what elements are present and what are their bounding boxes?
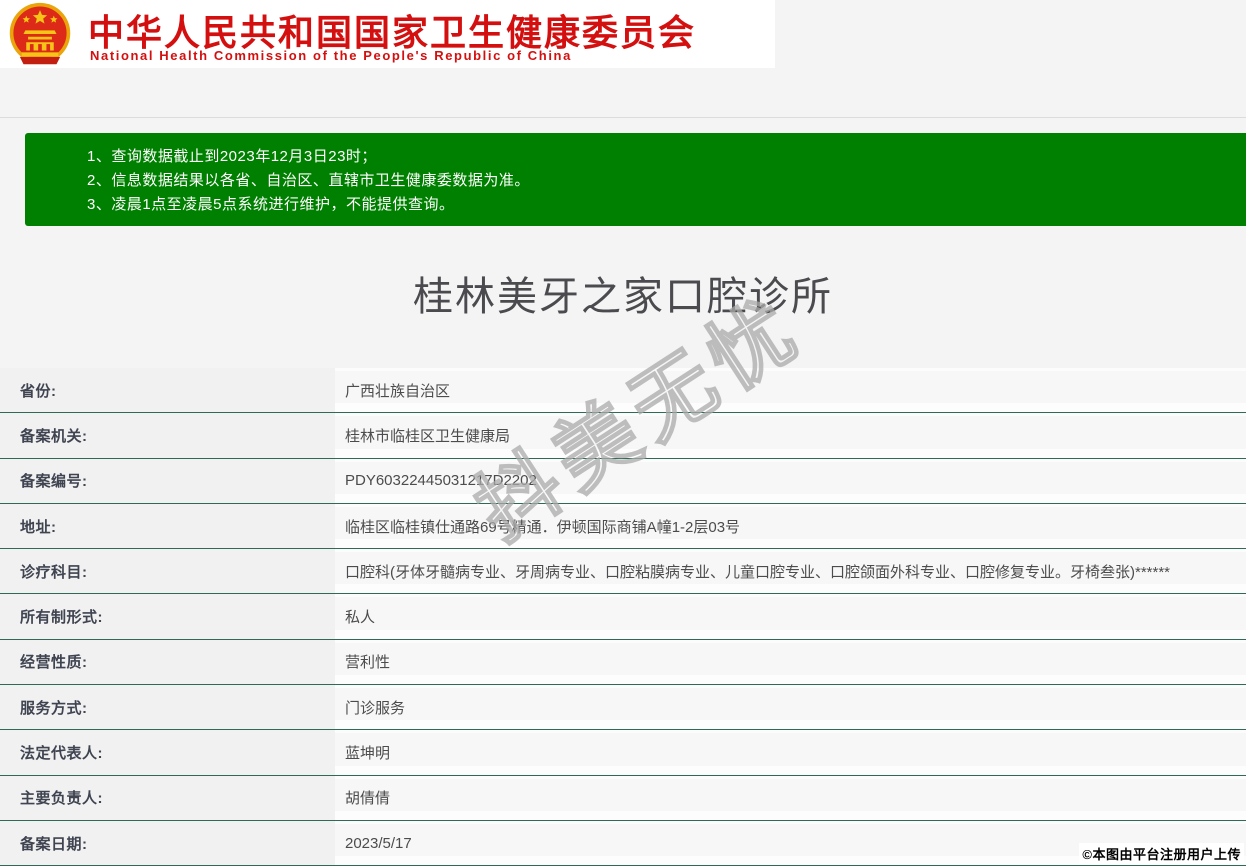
notice-box: 1、查询数据截止到2023年12月3日23时；2、信息数据结果以各省、自治区、直… [25, 133, 1246, 226]
notice-line: 1、查询数据截止到2023年12月3日23时； [87, 145, 1246, 169]
table-row: 经营性质: 营利性 [0, 640, 1246, 685]
row-value: 桂林市临桂区卫生健康局 [335, 413, 1246, 457]
row-value: 私人 [335, 594, 1246, 638]
row-label: 服务方式: [0, 685, 335, 729]
row-label: 经营性质: [0, 640, 335, 684]
table-row: 地址: 临桂区临桂镇仕通路69号精通．伊顿国际商铺A幢1-2层03号 [0, 504, 1246, 549]
row-value: 营利性 [335, 640, 1246, 684]
row-label: 地址: [0, 504, 335, 548]
row-value: 门诊服务 [335, 685, 1246, 729]
page-title: 桂林美牙之家口腔诊所 [0, 264, 1246, 322]
site-header: 中华人民共和国国家卫生健康委员会 National Health Commiss… [0, 0, 775, 68]
table-row: 备案日期: 2023/5/17 [0, 821, 1246, 866]
row-value: PDY60322445031217D2202 [335, 459, 1246, 503]
row-label: 省份: [0, 368, 335, 412]
row-value: 蓝坤明 [335, 730, 1246, 774]
row-value: 广西壮族自治区 [335, 368, 1246, 412]
notice-line: 3、凌晨1点至凌晨5点系统进行维护，不能提供查询。 [87, 193, 1246, 217]
row-value: 口腔科(牙体牙髓病专业、牙周病专业、口腔粘膜病专业、儿童口腔专业、口腔颌面外科专… [335, 549, 1246, 593]
table-row: 备案机关: 桂林市临桂区卫生健康局 [0, 413, 1246, 458]
page-root: 中华人民共和国国家卫生健康委员会 National Health Commiss… [0, 0, 1246, 866]
row-label: 备案编号: [0, 459, 335, 503]
table-row: 备案编号: PDY60322445031217D2202 [0, 459, 1246, 504]
china-national-emblem-icon [7, 1, 73, 67]
row-label: 诊疗科目: [0, 549, 335, 593]
row-value: 临桂区临桂镇仕通路69号精通．伊顿国际商铺A幢1-2层03号 [335, 504, 1246, 548]
row-label: 主要负责人: [0, 776, 335, 820]
row-label: 备案日期: [0, 821, 335, 865]
table-row: 主要负责人: 胡倩倩 [0, 776, 1246, 821]
record-table: 省份: 广西壮族自治区 备案机关: 桂林市临桂区卫生健康局 备案编号: PDY6… [0, 368, 1246, 866]
row-label: 备案机关: [0, 413, 335, 457]
row-label: 所有制形式: [0, 594, 335, 638]
table-row: 所有制形式: 私人 [0, 594, 1246, 639]
row-label: 法定代表人: [0, 730, 335, 774]
table-row: 诊疗科目: 口腔科(牙体牙髓病专业、牙周病专业、口腔粘膜病专业、儿童口腔专业、口… [0, 549, 1246, 594]
copyright-badge: ©本图由平台注册用户上传 [1079, 843, 1244, 864]
header-title-en: National Health Commission of the People… [90, 48, 572, 63]
notice-line: 2、信息数据结果以各省、自治区、直辖市卫生健康委数据为准。 [87, 169, 1246, 193]
table-row: 省份: 广西壮族自治区 [0, 368, 1246, 413]
top-divider [0, 117, 1246, 118]
table-row: 服务方式: 门诊服务 [0, 685, 1246, 730]
row-value: 胡倩倩 [335, 776, 1246, 820]
table-row: 法定代表人: 蓝坤明 [0, 730, 1246, 775]
